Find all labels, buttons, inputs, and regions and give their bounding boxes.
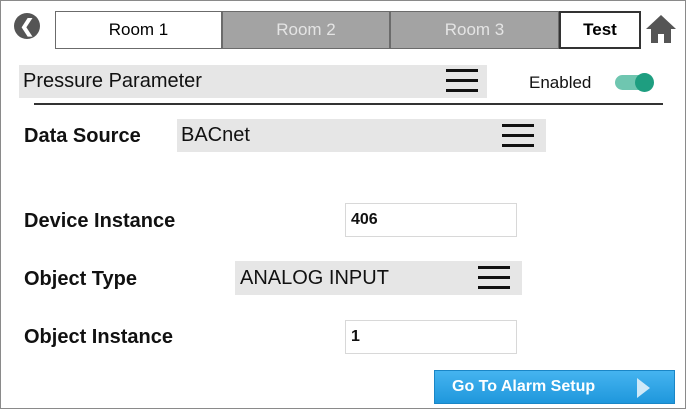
object-instance-input[interactable]: 1 [345,320,517,354]
enabled-toggle[interactable] [615,73,654,92]
alarm-button-label: Go To Alarm Setup [452,378,596,395]
screen-frame: ❮ Room 1 Room 2 Room 3 Test Pressure Par… [0,0,686,409]
device-instance-label: Device Instance [24,210,176,232]
data-source-label: Data Source [24,125,141,147]
parameter-title: Pressure Parameter [23,70,202,92]
tab-room-2[interactable]: Room 2 [222,11,390,49]
tab-test[interactable]: Test [559,11,641,49]
tab-room-3[interactable]: Room 3 [390,11,559,49]
home-icon[interactable] [644,13,678,45]
object-type-menu-icon[interactable] [478,266,510,290]
back-arrow-icon[interactable]: ❮ [14,13,40,39]
data-source-select[interactable]: BACnet [177,119,546,152]
object-instance-label: Object Instance [24,326,173,348]
play-arrow-icon [637,378,650,398]
parameter-menu-icon[interactable] [446,69,478,93]
data-source-value: BACnet [181,124,250,146]
device-instance-input[interactable]: 406 [345,203,517,237]
go-to-alarm-setup-button[interactable]: Go To Alarm Setup [434,370,675,404]
tab-bar: ❮ Room 1 Room 2 Room 3 Test [1,1,686,50]
data-source-menu-icon[interactable] [502,124,534,148]
divider [34,103,663,105]
object-type-value: ANALOG INPUT [240,266,389,289]
enabled-label: Enabled [529,73,592,92]
object-type-label: Object Type [24,268,137,290]
tab-room-1[interactable]: Room 1 [55,11,222,49]
parameter-select[interactable]: Pressure Parameter [19,65,487,98]
